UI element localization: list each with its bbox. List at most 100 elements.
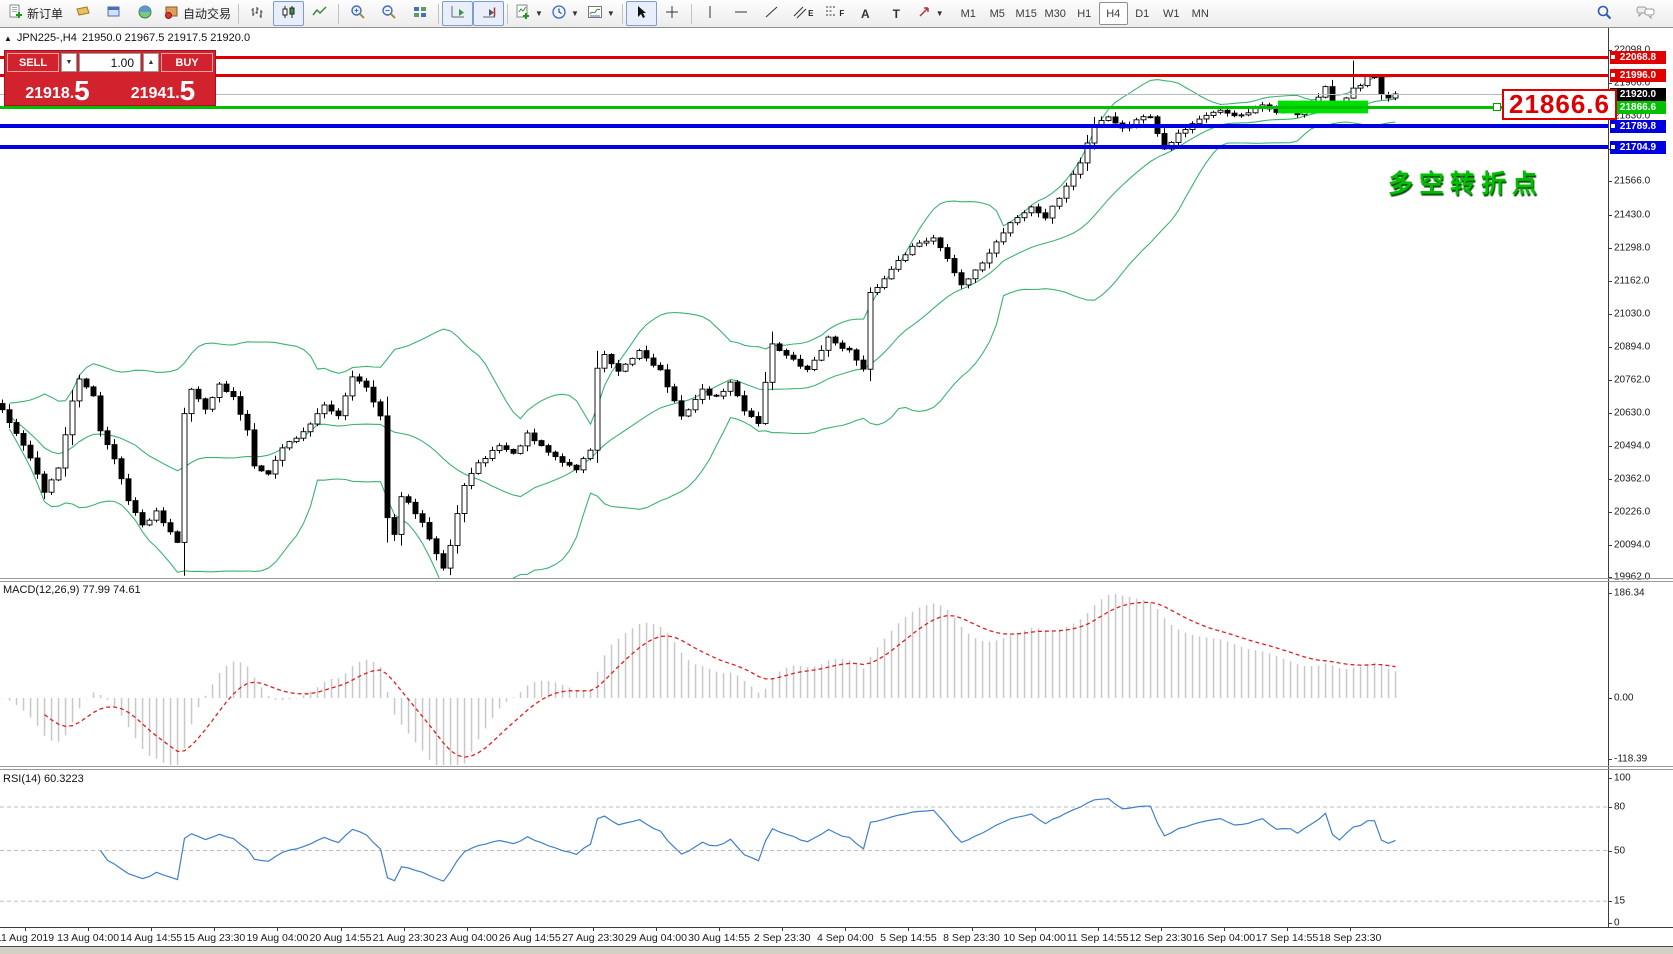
line-chart-button[interactable]	[304, 1, 335, 26]
dropdown-arrow-icon[interactable]: ▼	[535, 9, 543, 18]
time-axis-label: 29 Aug 04:00	[625, 932, 687, 944]
dropdown-arrow-icon[interactable]: ▼	[607, 9, 615, 18]
support-line-2[interactable]	[0, 145, 1608, 149]
chart-candles-icon	[281, 4, 297, 23]
pane-splitter[interactable]	[0, 581, 1673, 582]
timeframe-w1-button[interactable]: W1	[1157, 2, 1186, 25]
timeframe-m5-button[interactable]: M5	[983, 2, 1012, 25]
volume-input[interactable]: 1.00	[79, 53, 141, 72]
price-callout-label[interactable]: 21866.6	[1502, 89, 1617, 120]
arrows-button[interactable]: ▼	[912, 1, 948, 26]
horizontal-line-button[interactable]	[726, 1, 757, 26]
time-axis-label: 17 Sep 14:55	[1256, 932, 1318, 944]
price-tick	[1608, 248, 1612, 249]
bollinger-bands	[10, 76, 1396, 604]
rsi-pane-content	[0, 799, 1608, 902]
chat-button[interactable]	[1630, 1, 1661, 26]
pane-splitter[interactable]	[0, 769, 1673, 770]
macd-axis-label: -118.39	[1614, 754, 1647, 765]
price-tick	[1608, 446, 1612, 447]
indicators-button[interactable]: ▼	[511, 1, 547, 26]
navigator-button[interactable]	[129, 1, 160, 26]
collapse-panel-icon[interactable]: ▲	[4, 34, 12, 43]
auto-scroll-button[interactable]	[442, 1, 473, 26]
resistance-line-1[interactable]	[0, 56, 1608, 59]
zoom-out-button[interactable]	[373, 1, 404, 26]
text-button[interactable]: A	[850, 1, 881, 26]
cursor-button[interactable]	[626, 1, 657, 26]
buy-button[interactable]: BUY	[161, 53, 213, 72]
crosshair-button[interactable]	[657, 1, 688, 26]
sell-button[interactable]: SELL	[7, 53, 59, 72]
price-tick	[1608, 215, 1612, 216]
line-anchor-handle[interactable]	[1493, 103, 1501, 111]
bar-chart-button[interactable]	[242, 1, 273, 26]
support-line-1-badge: 21789.8	[1610, 120, 1666, 133]
timeframe-d1-button[interactable]: D1	[1128, 2, 1157, 25]
tile-windows-button[interactable]	[404, 1, 435, 26]
dropdown-arrow-icon[interactable]: ▼	[936, 9, 944, 18]
chart-shift-button[interactable]	[473, 1, 504, 26]
data-window-button[interactable]	[98, 1, 129, 26]
badge-notch	[1611, 124, 1615, 128]
pivot-line[interactable]	[0, 106, 1608, 109]
indicators-icon	[515, 4, 531, 23]
zoom-in-button[interactable]	[342, 1, 373, 26]
auto-trading-button[interactable]: 自动交易	[160, 1, 235, 26]
price-axis-border	[1608, 28, 1609, 927]
symbol-period-label: JPN225-,H4	[17, 32, 77, 44]
search-button[interactable]	[1589, 1, 1620, 26]
new-order-button[interactable]: 新订单	[4, 1, 67, 26]
timeframe-m15-button[interactable]: M15	[1012, 2, 1041, 25]
arrows-icon	[916, 4, 932, 23]
macd-axis-tick	[1608, 593, 1612, 594]
turning-point-annotation[interactable]: 多空转折点	[1388, 164, 1543, 200]
timeframe-h1-button[interactable]: H1	[1070, 2, 1099, 25]
equidistant-channel-button[interactable]: E	[788, 1, 819, 26]
resistance-line-1-badge: 22068.8	[1610, 51, 1666, 64]
auto-trading-button-label: 自动交易	[183, 5, 231, 22]
vertical-line-button[interactable]	[695, 1, 726, 26]
fibonacci-button[interactable]: F	[819, 1, 850, 26]
price-axis-label: 21162.0	[1614, 276, 1649, 287]
current-price-line[interactable]	[0, 94, 1608, 95]
ohlc-values: 21950.0 21967.5 21917.5 21920.0	[82, 32, 250, 44]
sell-price-display[interactable]: 21918.5	[6, 75, 109, 105]
pane-splitter[interactable]	[0, 766, 1673, 767]
timeframe-mn-button[interactable]: MN	[1186, 2, 1215, 25]
pivot-line-badge: 21866.6	[1610, 101, 1666, 114]
resistance-line-2[interactable]	[0, 74, 1608, 77]
rsi-axis-label: 80	[1614, 802, 1625, 813]
cursor-icon	[633, 4, 649, 23]
dropdown-arrow-icon[interactable]: ▼	[571, 9, 579, 18]
timeframe-m1-button[interactable]: M1	[954, 2, 983, 25]
volume-increase-button[interactable]: ▲	[143, 53, 159, 72]
candlestick-chart-button[interactable]	[273, 1, 304, 26]
price-axis-label: 20494.0	[1614, 441, 1650, 452]
price-axis-label: 21030.0	[1614, 308, 1650, 319]
rsi-axis-tick	[1608, 778, 1612, 779]
templates-button[interactable]: ▼	[583, 1, 619, 26]
volume-decrease-button[interactable]: ▼	[61, 53, 77, 72]
chart-line-icon	[312, 4, 328, 23]
price-axis-label: 20362.0	[1614, 473, 1650, 484]
time-axis-label: 8 Sep 23:30	[943, 932, 1000, 944]
time-axis-label: 26 Aug 14:55	[499, 932, 561, 944]
macd-histogram	[2, 594, 1397, 781]
current-price-line-badge: 21920.0	[1610, 88, 1666, 101]
periods-button[interactable]: ▼	[547, 1, 583, 26]
clock-icon	[551, 4, 567, 23]
time-axis-label: 11 Sep 14:55	[1067, 932, 1129, 944]
support-line-1[interactable]	[0, 124, 1608, 128]
pane-splitter[interactable]	[0, 578, 1673, 579]
timeframe-m30-button[interactable]: M30	[1041, 2, 1070, 25]
timeframe-h4-button[interactable]: H4	[1099, 2, 1128, 25]
text-label-button[interactable]: T	[881, 1, 912, 26]
price-axis-label: 21430.0	[1614, 209, 1650, 220]
market-watch-button[interactable]	[67, 1, 98, 26]
buy-price-big-digit: 5	[180, 78, 196, 104]
toolbar-separator	[691, 4, 692, 24]
trendline-button[interactable]	[757, 1, 788, 26]
buy-price-display[interactable]: 21941.5	[111, 75, 215, 105]
chart-window: ▲ JPN225-,H4 21950.0 21967.5 21917.5 219…	[0, 28, 1673, 954]
